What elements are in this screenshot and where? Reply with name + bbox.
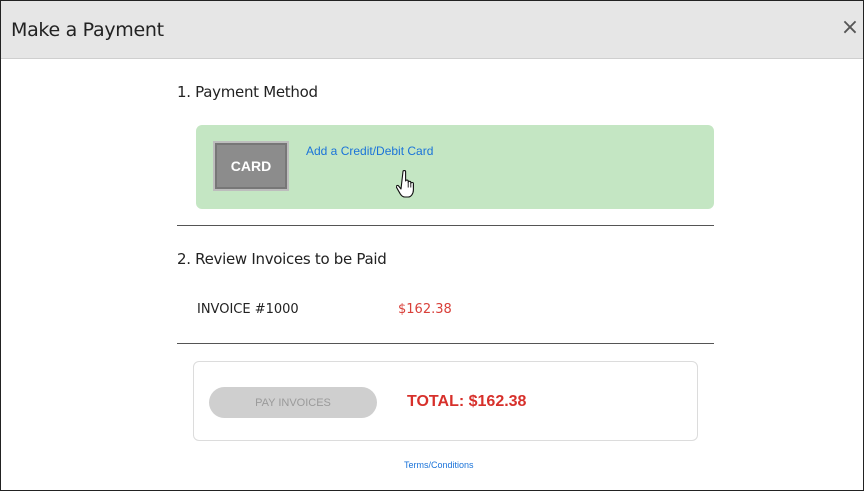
payment-modal: Make a Payment × 1. Payment Method CARD …	[0, 0, 864, 491]
payment-method-box[interactable]: CARD Add a Credit/Debit Card	[196, 125, 714, 209]
modal-header: Make a Payment ×	[1, 1, 863, 59]
total-amount: TOTAL: $162.38	[407, 393, 527, 410]
section-divider	[177, 225, 714, 226]
invoice-amount: $162.38	[398, 302, 452, 317]
payment-summary-box: PAY INVOICES TOTAL: $162.38	[193, 361, 698, 441]
pay-invoices-button[interactable]: PAY INVOICES	[209, 387, 377, 418]
modal-title: Make a Payment	[11, 19, 164, 41]
card-icon-label: CARD	[230, 158, 272, 174]
credit-card-icon[interactable]: CARD	[213, 141, 289, 191]
section-divider	[177, 343, 714, 344]
review-invoices-heading: 2. Review Invoices to be Paid	[177, 250, 387, 268]
invoice-label: INVOICE #1000	[197, 302, 299, 317]
hand-pointer-cursor-icon	[396, 170, 414, 198]
terms-conditions-link[interactable]: Terms/Conditions	[404, 460, 474, 470]
add-card-link[interactable]: Add a Credit/Debit Card	[306, 144, 433, 158]
close-icon[interactable]: ×	[839, 17, 861, 39]
payment-method-heading: 1. Payment Method	[177, 83, 318, 101]
